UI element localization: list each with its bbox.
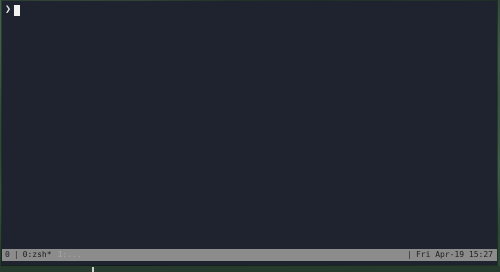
- window-tab-active[interactable]: 0:zsh*: [23, 249, 52, 261]
- tmux-status-bar: 0 | 0:zsh* 1:... | Fri Apr-19 15:27: [2, 249, 497, 261]
- mouse-pointer-icon: [92, 267, 94, 272]
- status-right: | Fri Apr-19 15:27: [403, 249, 497, 261]
- terminal-window[interactable]: ❯ 0 | 0:zsh* 1:... | Fri Apr-19 15:27: [2, 1, 497, 265]
- prompt-line[interactable]: ❯: [5, 4, 21, 16]
- status-separator: |: [13, 250, 19, 259]
- status-separator-right: |: [407, 250, 412, 259]
- status-left: 0 | 0:zsh* 1:...: [2, 249, 82, 261]
- desktop-bottom-edge: [0, 266, 500, 272]
- prompt-symbol: ❯: [5, 4, 12, 15]
- session-name[interactable]: 0: [5, 249, 10, 261]
- window-tab-inactive[interactable]: 1:...: [58, 249, 82, 261]
- text-cursor: [14, 4, 21, 16]
- status-datetime: Fri Apr-19 15:27: [415, 250, 493, 259]
